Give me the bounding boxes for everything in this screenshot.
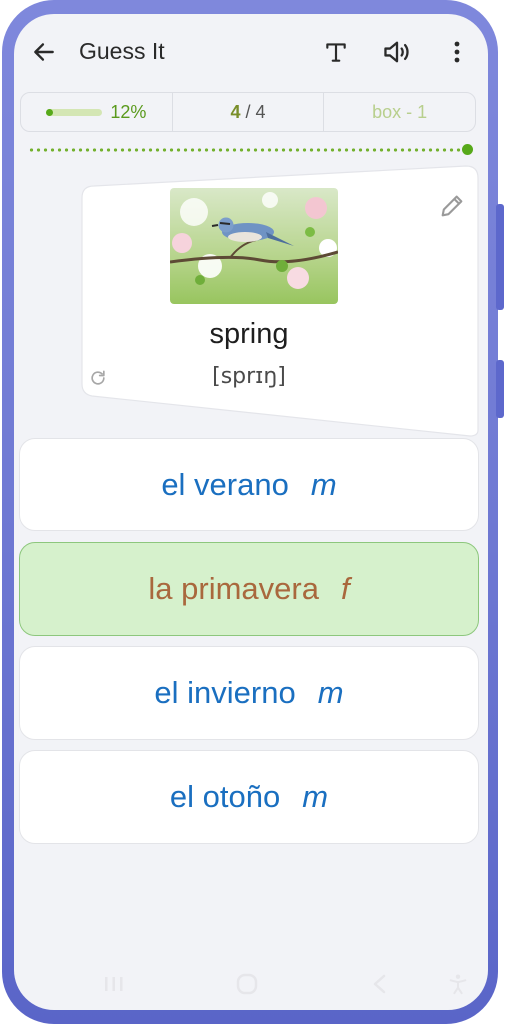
- sound-button[interactable]: [380, 36, 414, 68]
- progress-bar-fill: [46, 108, 54, 116]
- option-word: la primavera: [148, 571, 319, 606]
- answer-option-3[interactable]: el invierno m: [19, 646, 479, 740]
- option-gender: f: [340, 571, 350, 606]
- back-button[interactable]: [28, 36, 60, 68]
- card-word: spring: [209, 318, 289, 350]
- text-format-icon: [326, 43, 346, 62]
- device-side-button-upper: [496, 204, 504, 310]
- more-vertical-icon: [454, 41, 460, 63]
- option-gender: m: [310, 466, 337, 502]
- accessibility-icon: [449, 974, 467, 995]
- top-app-bar: Guess It: [14, 14, 488, 90]
- arrow-left-icon: [34, 43, 54, 61]
- dotted-progress-line: [28, 148, 466, 152]
- recent-apps-button[interactable]: [100, 970, 128, 998]
- dotted-progress-end-dot: [462, 144, 473, 155]
- device-side-button-lower: [496, 360, 504, 418]
- refresh-icon: [91, 370, 105, 385]
- speaker-icon: [384, 41, 409, 63]
- progress-stat: 12%: [21, 93, 172, 131]
- more-menu-button[interactable]: [444, 36, 470, 68]
- page-title: Guess It: [79, 38, 165, 64]
- counter-total: 4: [255, 101, 266, 122]
- card-phonetic: [sprɪŋ]: [212, 364, 286, 389]
- recent-apps-icon: [105, 977, 123, 991]
- app-screen: Guess It 12% 4 / 4 box - 1 spring [sprɪŋ…: [14, 14, 488, 1010]
- flashcard[interactable]: spring [sprɪŋ]: [74, 160, 484, 450]
- card-image: [170, 188, 338, 304]
- option-word: el invierno: [154, 675, 296, 710]
- answer-option-2-correct[interactable]: la primavera f: [19, 542, 479, 636]
- box-label: box - 1: [323, 93, 475, 131]
- back-nav-button[interactable]: [366, 970, 394, 998]
- answer-option-1[interactable]: el verano m: [19, 438, 479, 531]
- option-gender: m: [317, 675, 344, 710]
- bird-on-blossom-branch-image: [170, 188, 338, 304]
- stats-bar: 12% 4 / 4 box - 1: [20, 92, 476, 132]
- text-format-button[interactable]: [320, 36, 352, 68]
- system-nav-bar: [14, 964, 488, 1004]
- option-word: el verano: [161, 466, 289, 502]
- counter-separator: /: [240, 101, 256, 122]
- flip-card-button[interactable]: [86, 366, 110, 390]
- home-button[interactable]: [233, 970, 261, 998]
- progress-bar: [46, 108, 103, 116]
- home-icon: [236, 973, 258, 995]
- edit-card-button[interactable]: [436, 190, 468, 222]
- answer-option-4[interactable]: el otoño m: [19, 750, 479, 844]
- accessibility-button[interactable]: [444, 970, 472, 998]
- card-counter: 4 / 4: [171, 93, 324, 131]
- option-word: el otoño: [169, 779, 281, 814]
- progress-percent: 12%: [110, 101, 147, 122]
- chevron-left-icon: [373, 974, 386, 994]
- option-gender: m: [302, 779, 329, 814]
- pencil-icon: [441, 195, 463, 217]
- counter-current: 4: [230, 101, 241, 122]
